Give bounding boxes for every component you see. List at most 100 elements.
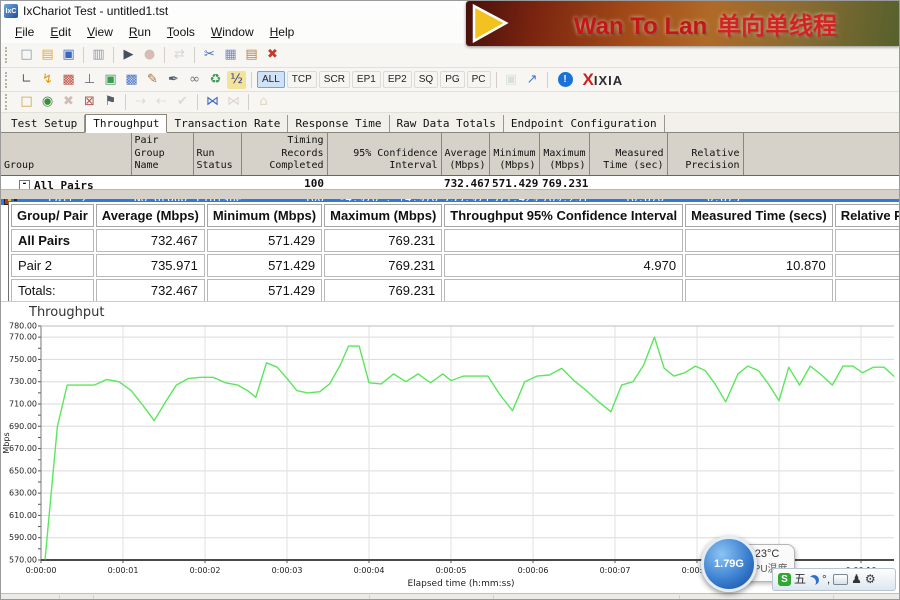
filter-pg[interactable]: PG xyxy=(440,71,464,88)
add-multicast-group-icon[interactable]: ▩ xyxy=(59,71,78,89)
tab-test-setup[interactable]: Test Setup xyxy=(4,115,85,132)
sogou-icon[interactable]: S xyxy=(778,573,791,586)
filter-tcp[interactable]: TCP xyxy=(287,71,317,88)
summary-cell: 4.970 xyxy=(444,254,683,277)
new-test-icon[interactable]: □ xyxy=(17,46,36,64)
tab-raw-data-totals[interactable]: Raw Data Totals xyxy=(390,115,504,132)
toolbar-separator xyxy=(547,72,548,88)
svg-text:Elapsed time (h:mm:ss): Elapsed time (h:mm:ss) xyxy=(407,579,514,589)
grid-col-maximum[interactable]: Maximum (Mbps) xyxy=(539,133,589,175)
tab-endpoint-configuration[interactable]: Endpoint Configuration xyxy=(504,115,665,132)
new-console-icon[interactable]: □ xyxy=(17,93,36,111)
filter-ep2[interactable]: EP2 xyxy=(383,71,412,88)
toolbar-run: □◉✖⊠⚑⇢⇠✔⋈⋈⌂ xyxy=(1,92,899,113)
banner-title-zh: 单向单线程 xyxy=(717,13,837,40)
filter-scr[interactable]: SCR xyxy=(319,71,350,88)
toolbar-view: ∟↯▩⊥▣▩✎✒∞♻½ALLTCPSCREP1EP2SQPGPC▣↗!XIXIA xyxy=(1,68,899,92)
poll-endpoints-icon[interactable]: ⚑ xyxy=(101,93,120,111)
clear-results-icon[interactable]: ⊠ xyxy=(80,93,99,111)
grid-col-relative[interactable]: Relative Precision xyxy=(667,133,743,175)
browse-scripts-icon[interactable]: ∞ xyxy=(185,71,204,89)
tab-transaction-rate[interactable]: Transaction Rate xyxy=(167,115,288,132)
summary-cell xyxy=(835,229,900,252)
add-pair-icon[interactable]: ∟ xyxy=(17,71,36,89)
filter-sq[interactable]: SQ xyxy=(414,71,438,88)
punctuation-icon[interactable]: °, xyxy=(822,573,830,586)
grid-col-group[interactable]: Group xyxy=(1,133,131,175)
menu-run[interactable]: Run xyxy=(121,23,159,41)
grid-col-average[interactable]: Average (Mbps) xyxy=(441,133,489,175)
cut-icon[interactable]: ✂ xyxy=(200,46,219,64)
wubi-icon[interactable]: 五 xyxy=(794,573,806,586)
summary-col-relative-precision: Relative Precision xyxy=(835,204,900,227)
summary-cell xyxy=(444,279,683,302)
menu-window[interactable]: Window xyxy=(203,23,262,41)
edit-script-icon[interactable]: ✎ xyxy=(143,71,162,89)
summary-cell: 571.429 xyxy=(207,229,322,252)
grid-header-row: GroupPair Group NameRun StatusTiming Rec… xyxy=(1,133,900,175)
info-icon[interactable]: ! xyxy=(558,72,573,87)
visual-test-designer-icon[interactable]: ♻ xyxy=(206,71,225,89)
play-triangle-icon xyxy=(470,1,510,46)
grid-col-95-confidence[interactable]: 95% Confidence Interval xyxy=(327,133,441,175)
tab-throughput[interactable]: Throughput xyxy=(85,114,167,133)
copy-icon[interactable]: ▦ xyxy=(221,46,240,64)
save-test-icon[interactable]: ▣ xyxy=(59,46,78,64)
menu-help[interactable]: Help xyxy=(262,23,303,41)
grid-col-measured[interactable]: Measured Time (sec) xyxy=(589,133,667,175)
svg-text:590.00: 590.00 xyxy=(9,533,37,542)
record-script-icon[interactable]: ✒ xyxy=(164,71,183,89)
grid-col-timing-records[interactable]: Timing Records Completed xyxy=(241,133,327,175)
menu-edit[interactable]: Edit xyxy=(42,23,79,41)
delete-icon[interactable]: ✖ xyxy=(263,46,282,64)
menu-view[interactable]: View xyxy=(79,23,121,41)
summary-col-average-mbps-: Average (Mbps) xyxy=(96,204,205,227)
summary-row-pair-2: Pair 2735.971571.429769.2314.97010.8700.… xyxy=(11,254,900,277)
add-hardware-pair-icon[interactable]: ⊥ xyxy=(80,71,99,89)
unlink-endpoints-icon: ⋈ xyxy=(224,93,243,111)
user-icon[interactable]: ♟ xyxy=(851,573,862,586)
svg-text:Throughput: Throughput xyxy=(28,305,105,320)
run-test-icon[interactable]: ▶ xyxy=(119,46,138,64)
toolbar-grip[interactable] xyxy=(5,47,11,63)
moon-icon[interactable] xyxy=(809,575,819,585)
svg-text:Mbps: Mbps xyxy=(2,432,11,453)
verify-pairs-icon: ✔ xyxy=(173,93,192,111)
tools-icon[interactable]: ⚙ xyxy=(865,573,876,586)
add-video-multicast-icon[interactable]: ▩ xyxy=(122,71,141,89)
toolbar-grip[interactable] xyxy=(5,72,11,88)
grid-col-pair-group[interactable]: Pair Group Name xyxy=(131,133,193,175)
summary-cell: 0.675 xyxy=(835,254,900,277)
run-options-icon[interactable]: ◉ xyxy=(38,93,57,111)
open-test-icon[interactable]: ▤ xyxy=(38,46,57,64)
ixchariot-window: IxC IxChariot Test - untitled1.tst FileE… xyxy=(0,0,900,600)
svg-text:0:00:01: 0:00:01 xyxy=(108,566,139,575)
link-endpoints-icon[interactable]: ⋈ xyxy=(203,93,222,111)
add-multiple-pairs-icon[interactable]: ↯ xyxy=(38,71,57,89)
filter-pc[interactable]: PC xyxy=(467,71,491,88)
menu-file[interactable]: File xyxy=(7,23,42,41)
summary-row-label: Totals: xyxy=(11,279,94,302)
summary-cell: 769.231 xyxy=(324,229,442,252)
toolbar-grip[interactable] xyxy=(5,94,11,110)
paste-icon[interactable]: ▤ xyxy=(242,46,261,64)
svg-text:670.00: 670.00 xyxy=(9,444,37,453)
grid-col-minimum[interactable]: Minimum (Mbps) xyxy=(489,133,539,175)
filter-all[interactable]: ALL xyxy=(257,71,285,88)
cpu-speed-badge[interactable]: 1.79G xyxy=(701,536,757,592)
svg-text:650.00: 650.00 xyxy=(9,466,37,475)
svg-text:0:00:02: 0:00:02 xyxy=(190,566,221,575)
filter-ep1[interactable]: EP1 xyxy=(352,71,381,88)
summary-section: Group/ PairAverage (Mbps)Minimum (Mbps)M… xyxy=(8,201,900,305)
print-icon[interactable]: ▥ xyxy=(89,46,108,64)
grid-col-run-status[interactable]: Run Status xyxy=(193,133,241,175)
tab-response-time[interactable]: Response Time xyxy=(288,115,389,132)
swap-endpoints-icon[interactable]: ½ xyxy=(227,71,246,89)
add-video-pair-icon[interactable]: ▣ xyxy=(101,71,120,89)
export-results-icon[interactable]: ↗ xyxy=(523,71,542,89)
stop-test-icon: ● xyxy=(140,46,159,64)
summary-col-minimum-mbps-: Minimum (Mbps) xyxy=(207,204,322,227)
menu-tools[interactable]: Tools xyxy=(159,23,203,41)
keyboard-icon[interactable] xyxy=(833,574,848,585)
svg-text:0:00:00: 0:00:00 xyxy=(26,566,57,575)
